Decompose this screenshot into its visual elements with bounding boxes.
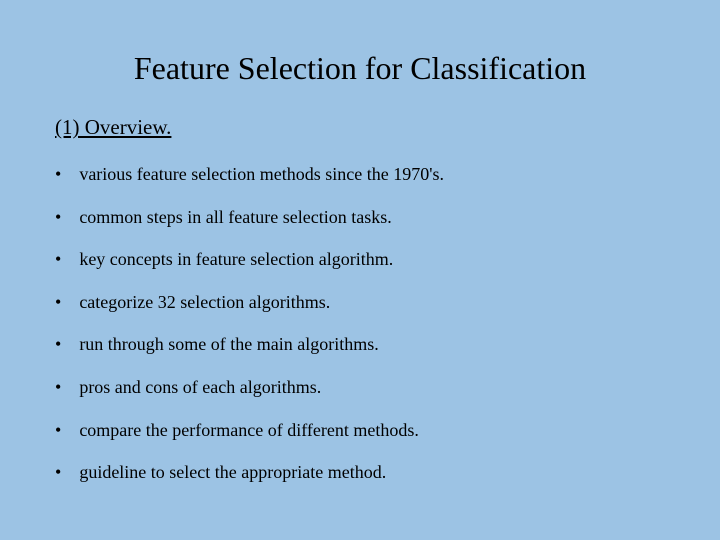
bullet-text: categorize 32 selection algorithms. [79,292,330,314]
bullet-icon: • [55,207,61,229]
bullet-text: key concepts in feature selection algori… [79,249,393,271]
list-item: • common steps in all feature selection … [55,207,665,229]
bullet-icon: • [55,377,61,399]
slide-title: Feature Selection for Classification [55,50,665,87]
list-item: • guideline to select the appropriate me… [55,462,665,484]
bullet-text: common steps in all feature selection ta… [79,207,391,229]
bullet-text: various feature selection methods since … [79,164,444,186]
section-heading: (1) Overview. [55,115,665,140]
bullet-icon: • [55,292,61,314]
list-item: • compare the performance of different m… [55,420,665,442]
list-item: • key concepts in feature selection algo… [55,249,665,271]
bullet-icon: • [55,462,61,484]
bullet-icon: • [55,334,61,356]
list-item: • pros and cons of each algorithms. [55,377,665,399]
bullet-text: compare the performance of different met… [79,420,419,442]
bullet-icon: • [55,420,61,442]
bullet-icon: • [55,164,61,186]
bullet-text: run through some of the main algorithms. [79,334,378,356]
bullet-text: guideline to select the appropriate meth… [79,462,386,484]
list-item: • various feature selection methods sinc… [55,164,665,186]
bullet-text: pros and cons of each algorithms. [79,377,321,399]
bullet-list: • various feature selection methods sinc… [55,164,665,484]
bullet-icon: • [55,249,61,271]
list-item: • run through some of the main algorithm… [55,334,665,356]
list-item: • categorize 32 selection algorithms. [55,292,665,314]
